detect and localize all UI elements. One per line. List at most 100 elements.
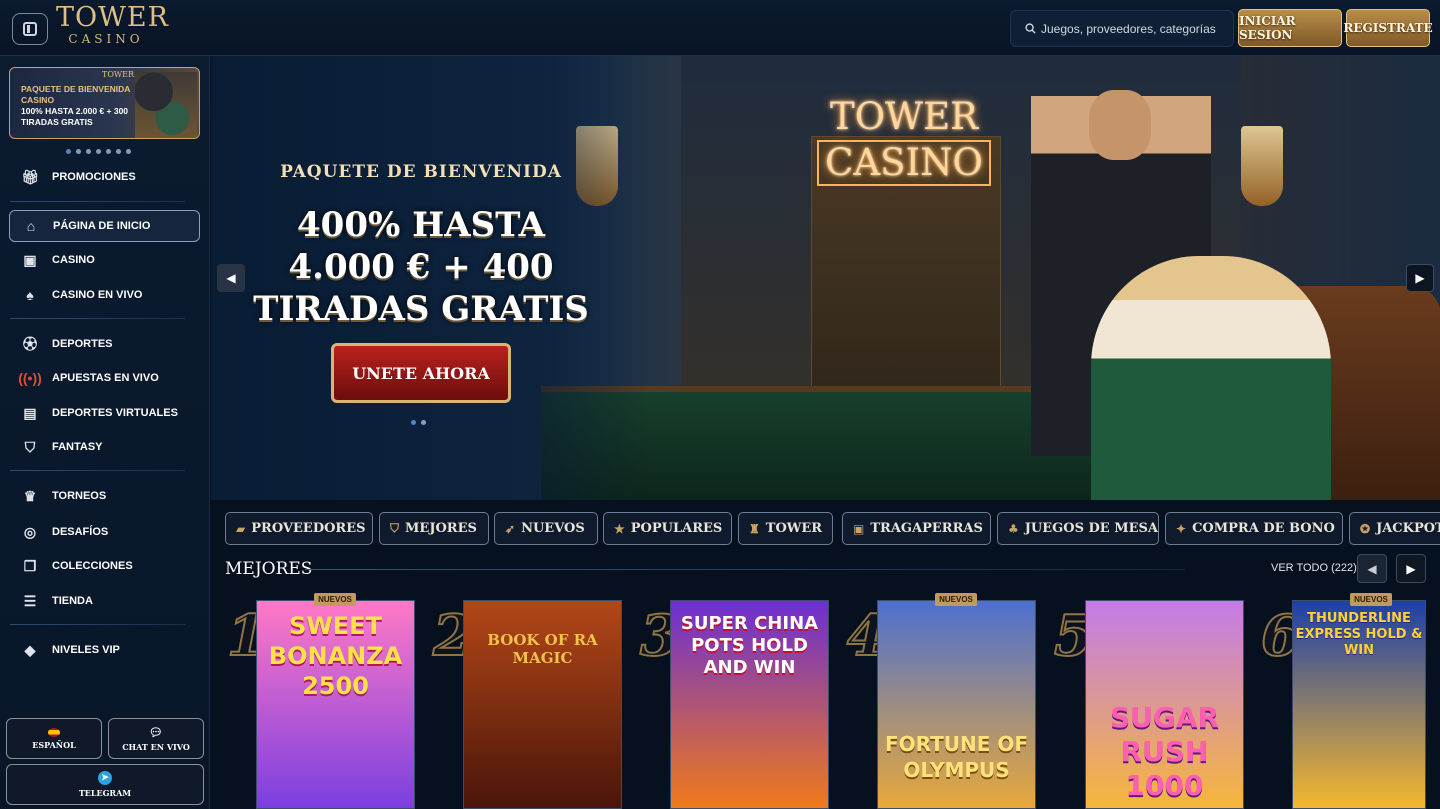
tower-icon: ♜	[749, 521, 760, 536]
search-icon	[1025, 23, 1036, 34]
live-chat-button[interactable]: 💬︎ CHAT EN VIVO	[108, 718, 204, 759]
sidebar-item-label: PROMOCIONES	[52, 171, 136, 183]
login-button[interactable]: INICIAR SESION	[1238, 9, 1342, 47]
sidebar-item-tienda[interactable]: ☰ TIENDA	[9, 585, 200, 617]
promo-brand: TOWER	[102, 70, 134, 79]
language-button[interactable]: ESPAÑOL	[6, 718, 102, 759]
carousel-dot[interactable]	[126, 149, 131, 154]
game-card-fortune-of-olympus[interactable]: FORTUNE OF OLYMPUS	[877, 600, 1036, 809]
soccer-ball-icon: ⚽︎	[23, 336, 37, 352]
provider-icon: ▰	[236, 521, 246, 536]
carousel-dot[interactable]	[76, 149, 81, 154]
jackpot-icon: ✪	[1360, 521, 1371, 536]
sidebar-item-desafios[interactable]: ◎ DESAFÍOS	[9, 516, 200, 548]
carousel-dot[interactable]	[96, 149, 101, 154]
see-all-link[interactable]: VER TODO (222)	[1271, 562, 1357, 574]
sidebar-toggle-button[interactable]	[12, 13, 48, 45]
bonus-icon: ✦	[1176, 521, 1187, 536]
sidebar-item-label: FANTASY	[52, 441, 103, 453]
carousel-dot[interactable]	[411, 420, 416, 425]
hero-woman-figure	[1091, 256, 1331, 500]
tab-tower[interactable]: ♜ TOWER	[738, 512, 833, 545]
section-divider	[305, 569, 1185, 570]
tab-tragaperras[interactable]: ▣ TRAGAPERRAS	[842, 512, 991, 545]
sidebar-item-casino-en-vivo[interactable]: ♠ CASINO EN VIVO	[9, 279, 200, 311]
search-placeholder: Juegos, proveedores, categorías	[1041, 21, 1216, 36]
game-card-thunderline-express[interactable]: THUNDERLINE EXPRESS HOLD & WIN	[1292, 600, 1426, 809]
collection-icon: ❐	[23, 557, 37, 574]
carousel-dot[interactable]	[421, 420, 426, 425]
sidebar-item-niveles-vip[interactable]: ◆ NIVELES VIP	[9, 634, 200, 666]
tab-compra-de-bono[interactable]: ✦ COMPRA DE BONO	[1165, 512, 1343, 545]
tab-populares[interactable]: ★ POPULARES	[603, 512, 732, 545]
game-card-sweet-bonanza[interactable]: SWEET BONANZA 2500	[256, 600, 415, 809]
chevron-right-icon: ▶	[1406, 561, 1416, 576]
sidebar: PAQUETE DE BIENVENIDA CASINO 100% HASTA …	[0, 56, 210, 809]
sidebar-item-colecciones[interactable]: ❐ COLECCIONES	[9, 550, 200, 582]
sidebar-item-deportes-virtuales[interactable]: ▤ DEPORTES VIRTUALES	[9, 397, 200, 429]
target-icon: ◎	[23, 523, 37, 540]
sidebar-item-deportes[interactable]: ⚽︎ DEPORTES	[9, 328, 200, 360]
game-card-sugar-rush[interactable]: SUGAR RUSH 1000	[1085, 600, 1244, 809]
tab-mejores[interactable]: ⛉ MEJORES	[379, 512, 489, 545]
spain-flag-icon	[48, 727, 60, 737]
game-title: THUNDERLINE EXPRESS HOLD & WIN	[1295, 611, 1423, 658]
search-input[interactable]: Juegos, proveedores, categorías	[1010, 10, 1234, 47]
tab-juegos-de-mesa[interactable]: ♣ JUEGOS DE MESA	[997, 512, 1159, 545]
sidebar-item-torneos[interactable]: ♛ TORNEOS	[9, 480, 200, 512]
chat-label: CHAT EN VIVO	[122, 741, 190, 752]
sidebar-item-casino[interactable]: ▣ CASINO	[9, 244, 200, 276]
hero-banner[interactable]: TOWER CASINO PAQUETE DE BIENVENIDA 400% …	[211, 56, 1440, 500]
hero-carousel-dots	[411, 420, 426, 425]
sidebar-item-label: DEPORTES	[52, 338, 113, 350]
sidebar-item-apuestas-en-vivo[interactable]: ((•)) APUESTAS EN VIVO	[9, 362, 200, 394]
hero-headline: 400% HASTA 4.000 € + 400 TIRADAS GRATIS	[251, 204, 591, 330]
sidebar-promo-banner[interactable]: PAQUETE DE BIENVENIDA CASINO 100% HASTA …	[9, 67, 200, 139]
sidebar-item-fantasy[interactable]: ⛉ FANTASY	[9, 431, 200, 463]
diamond-icon: ◆	[24, 641, 36, 658]
sidebar-item-promociones[interactable]: 🎁︎ PROMOCIONES	[9, 161, 200, 193]
game-title: SUPER CHINA POTS HOLD AND WIN	[680, 613, 819, 678]
game-title: BOOK OF RA MAGIC	[487, 631, 598, 667]
home-icon: ⌂	[26, 218, 36, 234]
register-button[interactable]: REGISTRATE	[1343, 9, 1433, 47]
top-bar: TOWER CASINO Juegos, proveedores, catego…	[0, 0, 1440, 56]
tab-jackpot[interactable]: ✪ JACKPOT	[1349, 512, 1440, 545]
carousel-dot[interactable]	[106, 149, 111, 154]
tab-proveedores[interactable]: ▰ PROVEEDORES	[225, 512, 373, 545]
telegram-button[interactable]: ➤ TELEGRAM	[6, 764, 204, 805]
section-title: MEJORES	[225, 559, 313, 579]
new-badge: NUEVOS	[935, 593, 977, 606]
game-card-super-china-pots[interactable]: SUPER CHINA POTS HOLD AND WIN	[670, 600, 829, 809]
carousel-dot[interactable]	[86, 149, 91, 154]
game-card-book-of-ra[interactable]: BOOK OF RA MAGIC	[463, 600, 622, 809]
chat-icon: 💬︎	[149, 725, 163, 739]
sidebar-item-label: TIENDA	[52, 595, 93, 607]
chevron-left-icon: ◀	[1367, 561, 1377, 576]
games-prev-button[interactable]: ◀	[1357, 554, 1387, 583]
carousel-dot[interactable]	[116, 149, 121, 154]
tab-label: JACKPOT	[1376, 521, 1440, 536]
sidebar-item-label: COLECCIONES	[52, 560, 133, 572]
headline-line-2: 4.000 € + 400	[288, 247, 554, 287]
table-games-icon: ♣	[1008, 521, 1019, 536]
tab-label: PROVEEDORES	[251, 521, 366, 536]
new-badge: NUEVOS	[1350, 593, 1392, 606]
slot-machine-icon: ▣	[853, 521, 865, 536]
game-title: FORTUNE OF OLYMPUS	[884, 732, 1029, 782]
sidebar-item-inicio[interactable]: ⌂ PÁGINA DE INICIO	[9, 210, 200, 242]
carousel-dot[interactable]	[66, 149, 71, 154]
join-now-button[interactable]: UNETE AHORA	[331, 343, 511, 403]
promo-line-2: CASINO	[21, 95, 55, 105]
hero-next-button[interactable]: ▶	[1406, 264, 1434, 292]
logo[interactable]: TOWER CASINO	[56, 4, 168, 47]
sidebar-item-label: DESAFÍOS	[52, 526, 109, 538]
sidebar-item-label: NIVELES VIP	[52, 644, 120, 656]
hero-prev-button[interactable]: ◀	[217, 264, 245, 292]
promo-image	[135, 72, 197, 138]
tab-nuevos[interactable]: ➶ NUEVOS	[494, 512, 598, 545]
games-next-button[interactable]: ▶	[1396, 554, 1426, 583]
slot-icon: ▣	[23, 251, 37, 268]
shield-icon: ⛉	[24, 438, 36, 455]
badge-icon: ⛉	[390, 521, 400, 535]
